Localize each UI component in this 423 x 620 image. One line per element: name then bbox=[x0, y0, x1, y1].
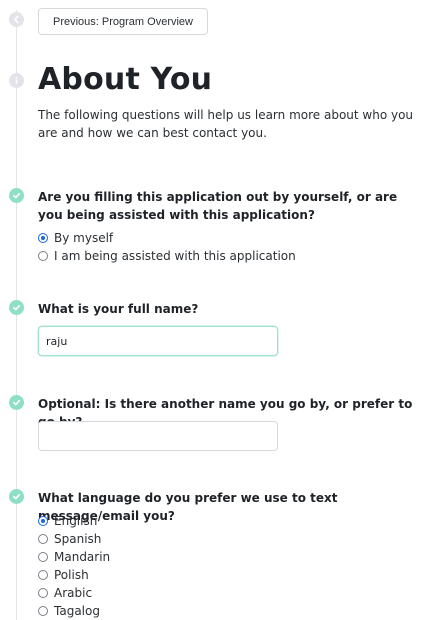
radio-button[interactable] bbox=[38, 552, 48, 562]
radio-option-label: Arabic bbox=[54, 586, 93, 600]
check-icon bbox=[9, 489, 24, 504]
radio-option-tagalog[interactable]: Tagalog bbox=[38, 603, 100, 619]
radio-option-label: Mandarin bbox=[54, 550, 111, 564]
radio-option-assisted[interactable]: I am being assisted with this applicatio… bbox=[38, 248, 296, 264]
previous-button[interactable]: Previous: Program Overview bbox=[38, 8, 208, 35]
radio-option-label: By myself bbox=[54, 231, 114, 245]
full-name-input[interactable] bbox=[38, 326, 278, 356]
radio-option-by-myself[interactable]: By myself bbox=[38, 230, 113, 246]
radio-option-label: Polish bbox=[54, 568, 89, 582]
page-intro: The following questions will help us lea… bbox=[38, 108, 414, 140]
question-full-name: What is your full name? bbox=[38, 302, 199, 316]
page-title: About You bbox=[38, 62, 213, 97]
radio-button[interactable] bbox=[38, 570, 48, 580]
radio-option-polish[interactable]: Polish bbox=[38, 567, 89, 583]
info-icon bbox=[9, 73, 24, 88]
radio-option-label: English bbox=[54, 514, 98, 528]
check-icon bbox=[9, 395, 24, 410]
radio-option-label: I am being assisted with this applicatio… bbox=[54, 249, 296, 263]
radio-option-label: Tagalog bbox=[54, 604, 100, 618]
radio-button[interactable] bbox=[38, 606, 48, 616]
radio-button-selected[interactable] bbox=[38, 233, 48, 243]
radio-option-arabic[interactable]: Arabic bbox=[38, 585, 92, 601]
radio-button[interactable] bbox=[38, 588, 48, 598]
question-assisted: Are you filling this application out by … bbox=[38, 190, 398, 222]
radio-button[interactable] bbox=[38, 251, 48, 261]
other-name-input[interactable] bbox=[38, 421, 278, 451]
radio-button[interactable] bbox=[38, 534, 48, 544]
check-icon bbox=[9, 300, 24, 315]
check-icon bbox=[9, 188, 24, 203]
progress-rail bbox=[16, 10, 17, 620]
radio-button-selected[interactable] bbox=[38, 516, 48, 526]
back-arrow-icon bbox=[9, 12, 24, 27]
radio-option-english[interactable]: English bbox=[38, 513, 97, 529]
radio-option-label: Spanish bbox=[54, 532, 102, 546]
radio-option-mandarin[interactable]: Mandarin bbox=[38, 549, 110, 565]
radio-option-spanish[interactable]: Spanish bbox=[38, 531, 101, 547]
